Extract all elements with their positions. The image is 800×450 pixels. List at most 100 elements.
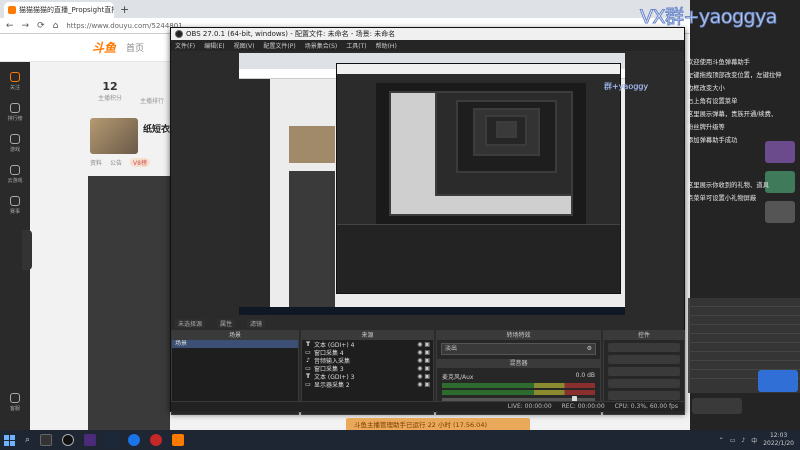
scenes-title: 场景 bbox=[172, 331, 298, 340]
streamer-info: 纸短衣 bbox=[90, 118, 170, 154]
network-icon[interactable]: ▭ bbox=[730, 437, 736, 444]
start-stream-button[interactable] bbox=[608, 343, 680, 352]
captured-screen bbox=[239, 53, 625, 315]
obs-titlebar[interactable]: OBS 27.0.1 (64-bit, windows) - 配置文件: 未命名… bbox=[171, 28, 684, 40]
obs-preview-canvas[interactable] bbox=[239, 53, 625, 315]
eye-icon: ◉ ▣ bbox=[417, 348, 430, 356]
cpu-fps: CPU: 0.3%, 60.00 fps bbox=[614, 403, 678, 410]
tray-up-icon[interactable]: ⌃ bbox=[719, 437, 724, 444]
browser-tabbar: 猫猫猫猫的直播_Propsight直播 × + bbox=[0, 0, 690, 18]
sidebar-item-cloud-games[interactable]: 云游戏 bbox=[7, 165, 23, 184]
windows-taskbar: ⌕ ⌃ ▭ ♪ 中 12:03 2022/1/20 bbox=[0, 430, 800, 450]
netease-taskbar-icon[interactable] bbox=[150, 434, 163, 446]
scene-item[interactable]: 场景 bbox=[172, 340, 298, 348]
bar-item[interactable]: 资料 bbox=[90, 158, 102, 167]
premiere-taskbar-icon[interactable] bbox=[84, 434, 97, 446]
sidebar-item-service[interactable]: 客服 bbox=[9, 393, 20, 412]
captured-taskbar bbox=[239, 307, 625, 315]
watermark-text: VX群+yaoggya bbox=[640, 6, 778, 29]
streamer-bar: 资料 公告 V8榜 bbox=[90, 158, 150, 167]
headset-icon bbox=[9, 393, 20, 403]
home-icon[interactable]: ⌂ bbox=[53, 21, 59, 31]
tab-title: 猫猫猫猫的直播_Propsight直播 bbox=[19, 6, 114, 14]
sidebar-collapse-handle[interactable] bbox=[22, 230, 32, 270]
site-logo[interactable]: 斗鱼 bbox=[92, 39, 116, 56]
source-toolbar: 未选择源 属性 滤镜 bbox=[171, 318, 686, 328]
eye-icon: ◉ ▣ bbox=[417, 364, 430, 372]
rank-pill[interactable]: V8榜 bbox=[130, 158, 150, 167]
properties-button[interactable]: 属性 bbox=[217, 318, 236, 328]
input-language[interactable]: 中 bbox=[751, 436, 757, 445]
transition-select[interactable]: 淡出 ⚙ bbox=[441, 343, 596, 355]
live-time: LIVE: 00:00:00 bbox=[507, 403, 552, 410]
menu-view[interactable]: 视图(V) bbox=[234, 41, 255, 50]
eye-icon: ◉ ▣ bbox=[417, 380, 430, 388]
cloud-icon bbox=[9, 165, 20, 175]
douyu-taskbar-icon[interactable] bbox=[172, 434, 185, 446]
menu-scene-collection[interactable]: 场景集合(S) bbox=[305, 41, 338, 50]
settings-button[interactable] bbox=[608, 391, 680, 400]
gear-icon: ⚙ bbox=[586, 345, 592, 352]
obs-taskbar-icon[interactable] bbox=[62, 434, 75, 446]
heart-icon bbox=[9, 72, 20, 82]
menu-edit[interactable]: 编辑(E) bbox=[204, 41, 224, 50]
danmaku-help-note: 欢迎使用斗鱼弹幕助手 左键拖拽顶部改变位置，左键拉伸 边框改变大小 右上角有设置… bbox=[687, 59, 782, 202]
start-record-button[interactable] bbox=[608, 355, 680, 364]
stat-value: 12 bbox=[102, 80, 118, 93]
streamer-avatar[interactable] bbox=[90, 118, 138, 154]
flag-icon bbox=[9, 196, 20, 206]
sidebar-item-games[interactable]: 游戏 bbox=[9, 134, 20, 153]
source-row[interactable]: ▭ 显示器采集 2 ◉ ▣ bbox=[302, 380, 433, 389]
desktop: 猫猫猫猫的直播_Propsight直播 × + ← → ⟳ ⌂ https://… bbox=[0, 0, 800, 450]
recursive-obs bbox=[335, 63, 622, 295]
sidebar-item-events[interactable]: 赛事 bbox=[9, 196, 20, 215]
steam-taskbar-icon[interactable] bbox=[106, 434, 119, 446]
streamer-card: 12 主播积分 主播排行 纸短衣 资料 公告 V8榜 bbox=[90, 80, 170, 170]
sidebar-item-follow[interactable]: 关注 bbox=[9, 72, 20, 91]
menu-help[interactable]: 帮助(H) bbox=[376, 41, 397, 50]
studio-mode-button[interactable] bbox=[608, 379, 680, 388]
obs-statusbar: LIVE: 00:00:00 REC: 00:00:00 CPU: 0.3%, … bbox=[171, 401, 684, 411]
new-tab-icon[interactable]: + bbox=[120, 3, 129, 16]
edge-taskbar-icon[interactable] bbox=[128, 434, 141, 446]
browser-tab[interactable]: 猫猫猫猫的直播_Propsight直播 × bbox=[4, 2, 114, 18]
eye-icon: ◉ ▣ bbox=[417, 340, 430, 348]
obs-menubar: 文件(F) 编辑(E) 视图(V) 配置文件(P) 场景集合(S) 工具(T) … bbox=[171, 40, 684, 51]
sidebar-item-rank[interactable]: 排行榜 bbox=[7, 103, 23, 122]
virtual-cam-button[interactable] bbox=[608, 367, 680, 376]
volume-icon[interactable]: ♪ bbox=[741, 437, 745, 444]
transition-title: 转场特效 bbox=[437, 331, 600, 340]
reload-icon[interactable]: ⟳ bbox=[37, 21, 45, 31]
promo-banner[interactable] bbox=[758, 370, 798, 392]
stat2-label: 主播排行 bbox=[139, 98, 164, 105]
gamepad-icon bbox=[9, 134, 20, 144]
controls-title: 控件 bbox=[604, 331, 684, 340]
promo-banner[interactable] bbox=[692, 398, 742, 414]
windows-start-icon[interactable] bbox=[4, 434, 15, 446]
streamer-name[interactable]: 纸短衣 bbox=[143, 118, 170, 154]
task-view-icon[interactable] bbox=[40, 434, 53, 446]
mixer-title: 混音器 bbox=[437, 359, 600, 368]
url-field[interactable]: https://www.douyu.com/5244801 bbox=[66, 22, 182, 30]
gift-panel bbox=[688, 298, 800, 430]
clock[interactable]: 12:03 2022/1/20 bbox=[763, 432, 794, 448]
menu-tools[interactable]: 工具(T) bbox=[346, 41, 366, 50]
bar-item[interactable]: 公告 bbox=[110, 158, 122, 167]
eye-icon: ◉ ▣ bbox=[417, 356, 430, 364]
track-name: 麦克风/Aux bbox=[442, 374, 474, 381]
watermark-inner-text: 群+yaoggy bbox=[604, 82, 649, 91]
nav-home-link[interactable]: 首页 bbox=[126, 41, 144, 54]
menu-file[interactable]: 文件(F) bbox=[175, 41, 195, 50]
obs-title: OBS 27.0.1 (64-bit, windows) - 配置文件: 未命名… bbox=[186, 30, 396, 38]
forward-icon[interactable]: → bbox=[22, 21, 30, 31]
eye-icon: ◉ ▣ bbox=[417, 372, 430, 380]
menu-profile[interactable]: 配置文件(P) bbox=[263, 41, 295, 50]
back-icon[interactable]: ← bbox=[6, 21, 14, 31]
trophy-icon bbox=[9, 103, 20, 113]
system-tray: ⌃ ▭ ♪ 中 12:03 2022/1/20 bbox=[719, 432, 800, 448]
search-icon[interactable]: ⌕ bbox=[25, 435, 30, 445]
filters-button[interactable]: 滤镜 bbox=[247, 318, 266, 328]
volume-meter bbox=[442, 390, 595, 395]
obs-logo-icon bbox=[175, 30, 183, 38]
sources-title: 来源 bbox=[302, 331, 433, 340]
